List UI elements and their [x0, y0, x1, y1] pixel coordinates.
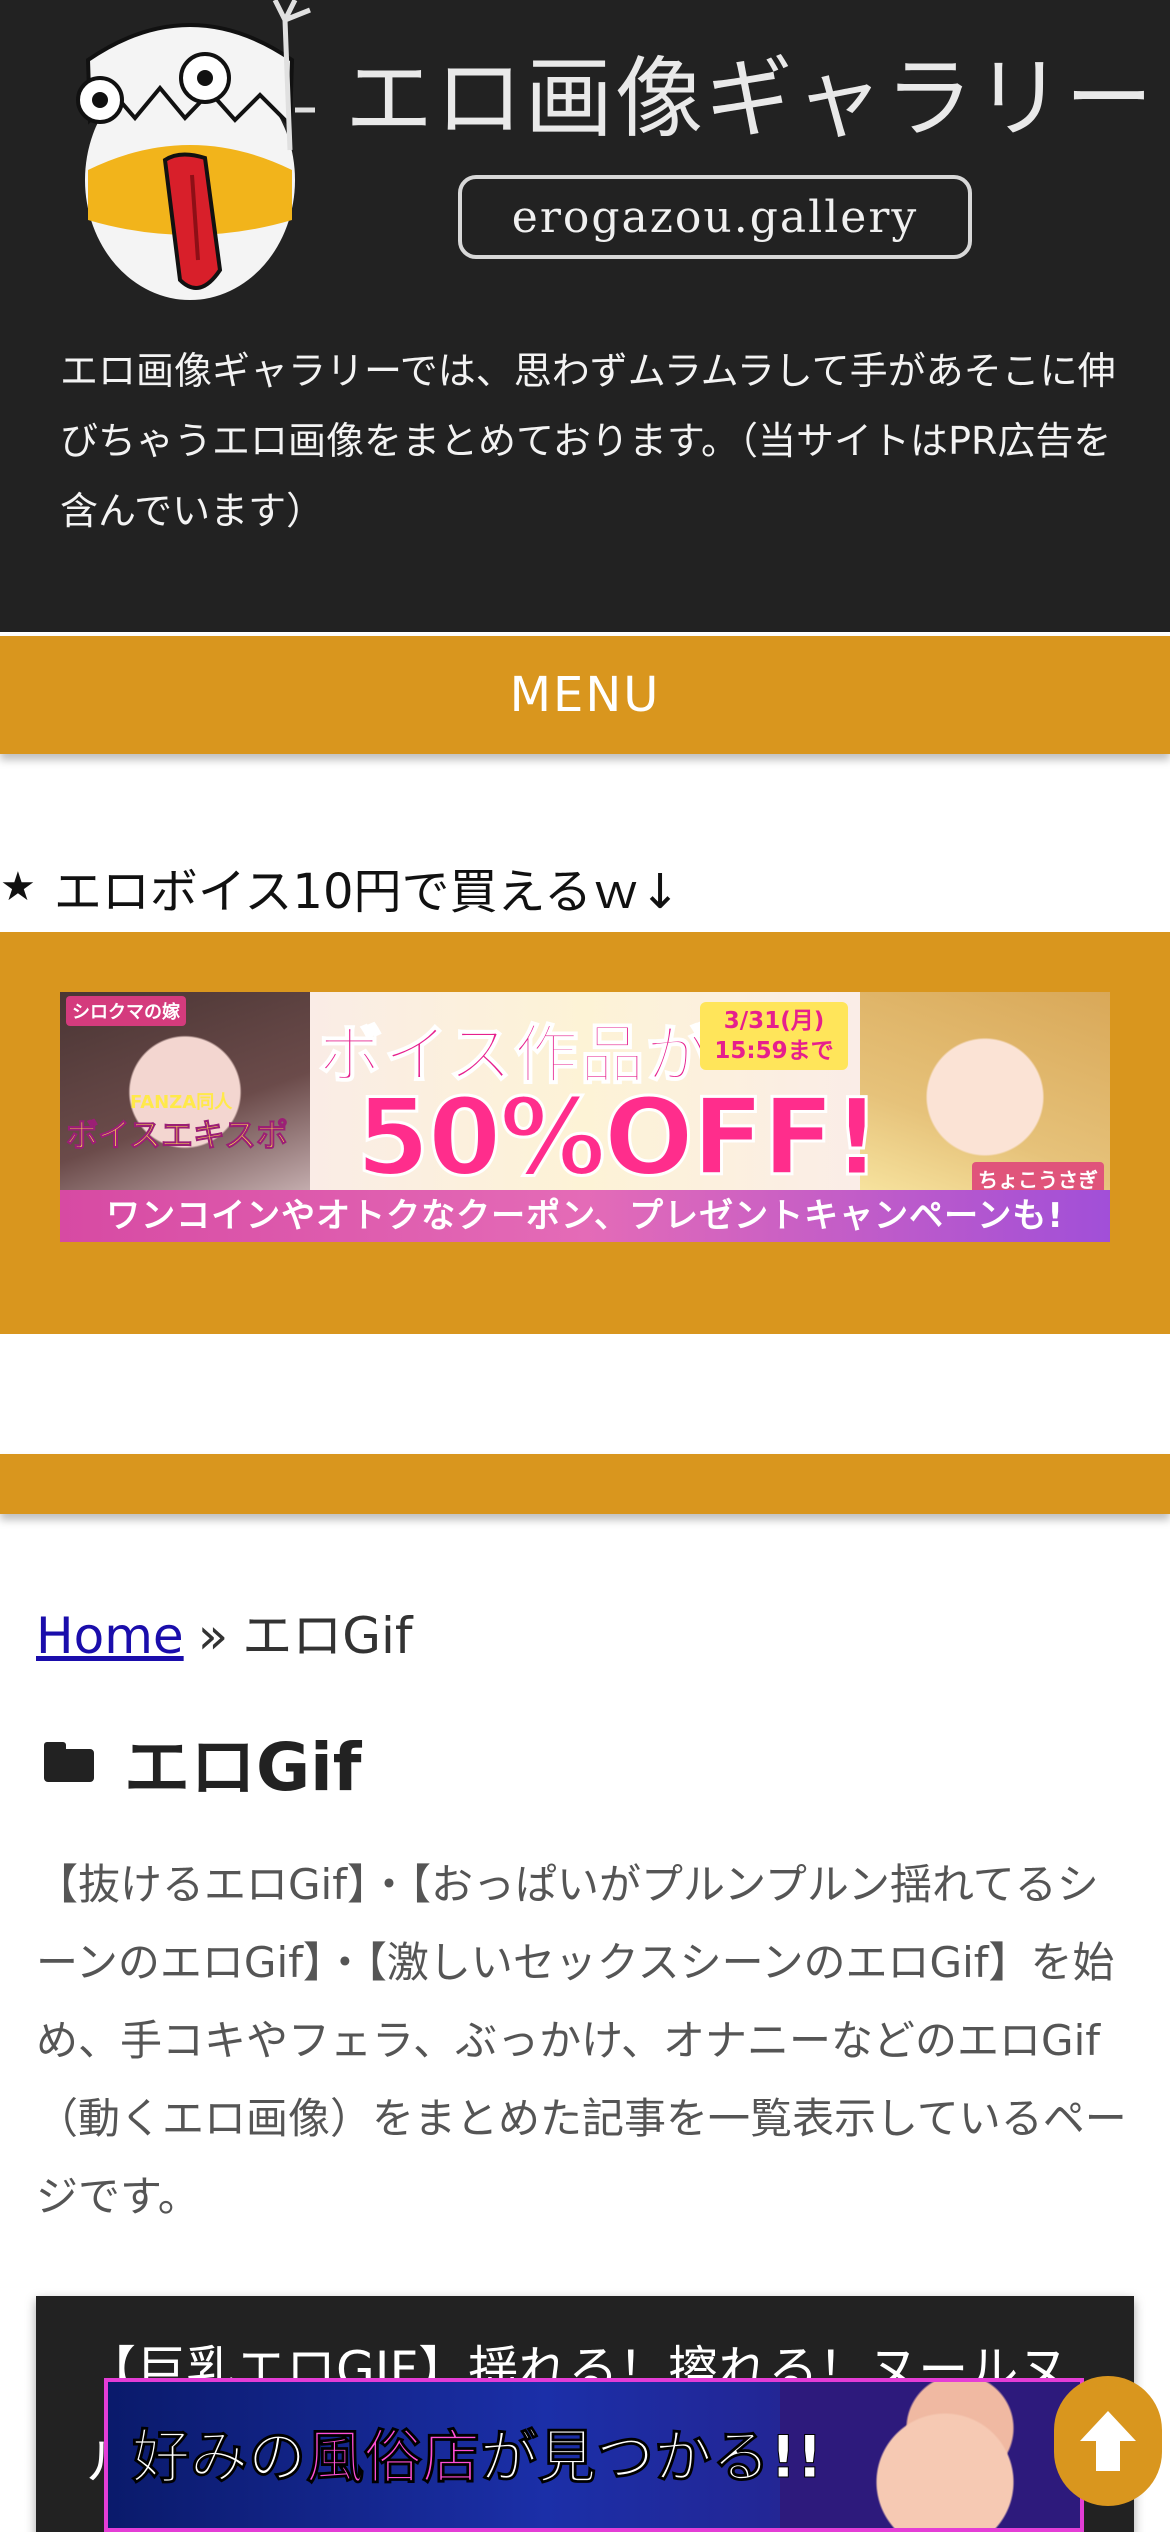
star-icon: ★: [0, 864, 36, 910]
ad-deadline-badge: 3/31(月) 15:59まで: [700, 1002, 848, 1070]
menu-button[interactable]: MENU: [0, 636, 1170, 754]
ad-widget-area: シロクマの嫁 FANZA同人 ボイスエキスポ ちょこうさぎ ボイス作品が 3/3…: [0, 932, 1170, 1334]
domain-badge[interactable]: erogazou.gallery: [458, 175, 972, 259]
ad-date-line1: 3/31(月): [723, 1008, 825, 1034]
site-title[interactable]: エロ画像ギャラリー: [345, 28, 1155, 155]
widget-title: ★ エロボイス10円で買えるｗ↓: [0, 852, 680, 922]
category-description: 【抜けるエロGif】・【おっぱいがプルンプルン揺れてるシーンのエロGif】・【激…: [36, 1860, 1127, 2221]
egg-mascot-logo[interactable]: [70, 0, 320, 300]
bottom-ad-text-highlight: 風俗店: [306, 2423, 481, 2492]
site-description: エロ画像ギャラリーでは、思わずムラムラして手があそこに伸びちゃうエロ画像をまとめ…: [60, 349, 1116, 533]
ad-subline: ワンコインやオトクなクーポン、プレゼントキャンペーンも!: [60, 1190, 1110, 1242]
section-divider-bar: [0, 1454, 1170, 1514]
scroll-to-top-button[interactable]: [1054, 2376, 1162, 2506]
ad-tag-left: シロクマの嫁: [66, 996, 186, 1026]
category-title: エロGif: [44, 1714, 362, 1810]
voice-sale-ad-banner[interactable]: シロクマの嫁 FANZA同人 ボイスエキスポ ちょこうさぎ ボイス作品が 3/3…: [60, 992, 1110, 1242]
site-header: エロ画像ギャラリー erogazou.gallery エロ画像ギャラリーでは、思…: [0, 0, 1170, 632]
bottom-ad-text: 好みの風俗店が見つかる!!: [131, 2410, 824, 2494]
up-arrow-icon: [1080, 2411, 1136, 2471]
bottom-ad-text-before: 好みの: [131, 2423, 307, 2492]
menu-label: MENU: [509, 667, 661, 723]
widget-title-text: エロボイス10円で買えるｗ↓: [53, 864, 681, 920]
bottom-ad-image: [780, 2382, 1080, 2528]
folder-icon: [44, 1742, 94, 1782]
fixed-bottom-ad-banner[interactable]: 好みの風俗店が見つかる!!: [104, 2378, 1084, 2532]
breadcrumb: Home» エロGif: [36, 1596, 413, 1668]
category-title-text: エロGif: [124, 1729, 362, 1806]
breadcrumb-current: エロGif: [242, 1607, 413, 1665]
breadcrumb-separator: »: [197, 1607, 229, 1665]
bottom-ad-text-after: が見つかる!!: [480, 2423, 824, 2492]
ad-date-line2: 15:59まで: [714, 1038, 834, 1064]
ad-tag-expo: ボイスエキスポ: [65, 1116, 289, 1155]
breadcrumb-home-link[interactable]: Home: [36, 1607, 184, 1665]
ad-discount: 50%OFF!: [355, 1075, 883, 1201]
